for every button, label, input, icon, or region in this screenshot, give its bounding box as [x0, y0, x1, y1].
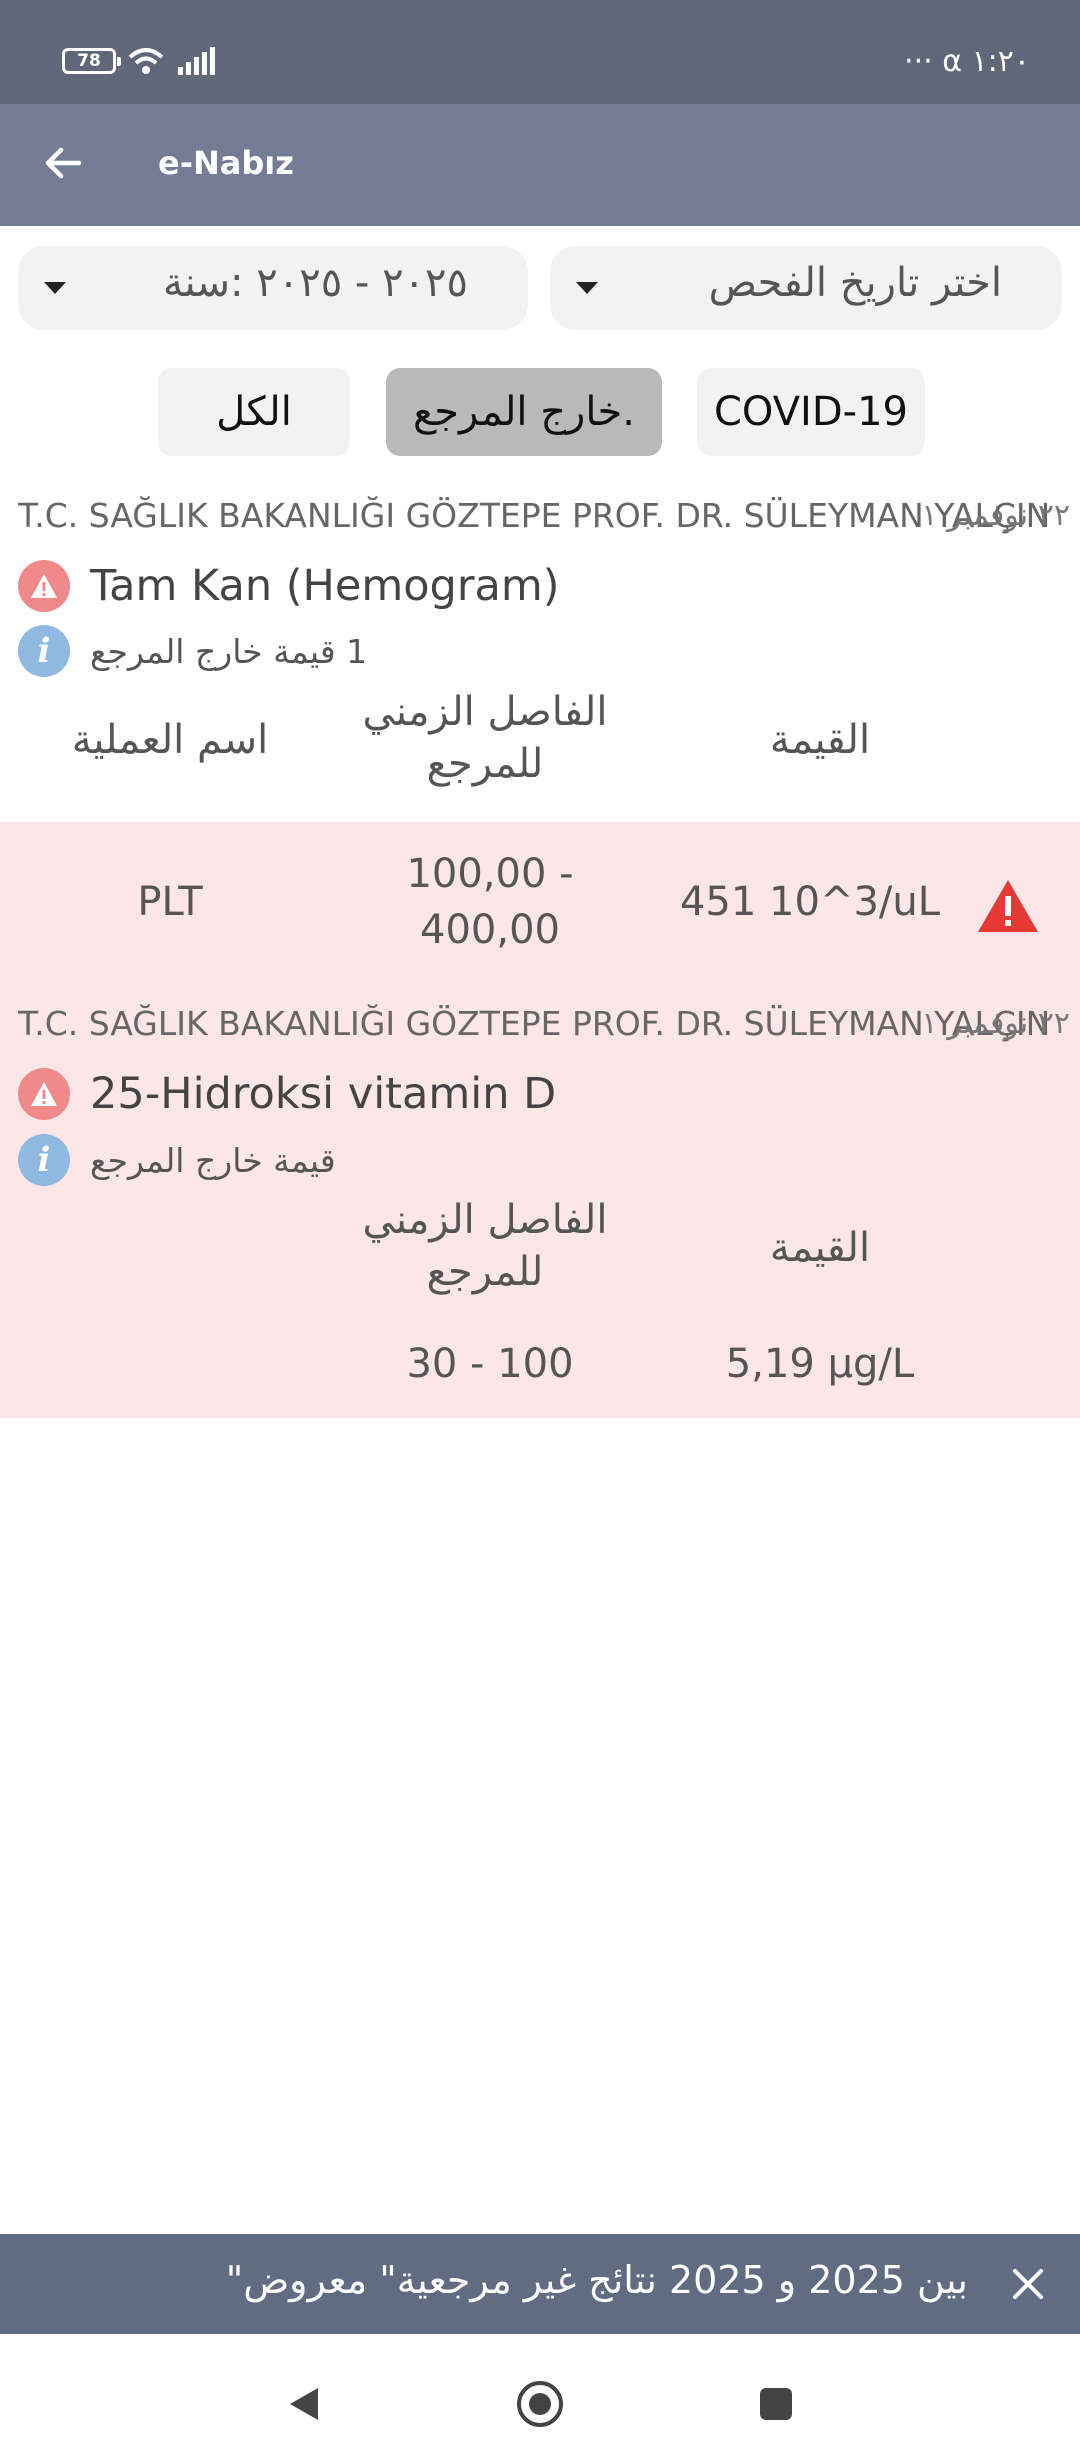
back-triangle-icon	[290, 2388, 318, 2420]
arrow-left-icon	[45, 147, 82, 179]
info-icon: i	[18, 1134, 70, 1186]
year-dropdown-label: ٢٠٢٥ - ٢٠٢٥ :سنة	[163, 260, 468, 306]
filter-chip-all[interactable]: الكل	[158, 368, 350, 456]
result-date: ٢٢ نوفمبر ١	[921, 498, 1070, 533]
filter-chip-out-of-reference[interactable]: خارج المرجع.	[386, 368, 662, 456]
nav-back-button[interactable]	[274, 2374, 334, 2434]
out-of-range-count: 1 قيمة خارج المرجع	[90, 631, 368, 671]
year-dropdown[interactable]: ٢٠٢٥ - ٢٠٢٥ :سنة	[18, 246, 528, 330]
snackbar-close-button[interactable]	[1002, 2258, 1054, 2310]
alert-triangle-icon	[978, 880, 1038, 932]
test-title: Tam Kan (Hemogram)	[90, 561, 560, 611]
page-title: e-Nabız	[158, 144, 294, 182]
column-header-ref-range: الفاصل الزمني للمرجع	[362, 1197, 608, 1295]
exam-date-dropdown[interactable]: اختر تاريخ الفحص	[550, 246, 1062, 330]
cell-operation: PLT	[137, 879, 203, 925]
system-nav-bar	[0, 2334, 1080, 2460]
cell-ref-range: 30 - 100	[406, 1341, 574, 1387]
snackbar-message: بين 2025 و 2025 نتائج غير مرجعية" معروض"	[225, 2258, 968, 2302]
nav-home-button[interactable]	[510, 2374, 570, 2434]
warning-icon	[18, 560, 70, 612]
result-date: ٢٢ نوفمبر ١	[921, 1006, 1070, 1041]
signal-icon	[178, 47, 215, 75]
info-row: i 1 قيمة خارج المرجع	[18, 625, 367, 677]
test-header[interactable]: 25-Hidroksi vitamin D	[18, 1068, 556, 1120]
battery-icon: 78	[62, 48, 121, 74]
test-title: 25-Hidroksi vitamin D	[90, 1069, 557, 1119]
column-header-value: القيمة	[769, 1225, 871, 1271]
cell-value: 5,19 µg/L	[725, 1341, 915, 1387]
status-time: ··· ⍺ ١:٢٠	[904, 44, 1030, 79]
exam-date-dropdown-label: اختر تاريخ الفحص	[708, 260, 1002, 306]
column-header-operation: اسم العملية	[71, 717, 269, 763]
cell-ref-range: 100,00 - 400,00	[406, 851, 574, 953]
status-bar: 78 ··· ⍺ ١:٢٠	[0, 0, 1080, 104]
status-extras: ··· ⍺	[904, 44, 962, 79]
wifi-icon	[128, 48, 164, 74]
clock: ١:٢٠	[971, 44, 1030, 79]
recents-square-icon	[760, 2388, 792, 2420]
column-header-value: القيمة	[769, 717, 871, 763]
cell-value: 451 10^3/uL	[679, 879, 941, 925]
nav-recents-button[interactable]	[746, 2374, 806, 2434]
out-of-range-count: قيمة خارج المرجع	[90, 1140, 336, 1180]
caret-down-icon	[576, 282, 598, 294]
filter-chip-covid[interactable]: COVID-19	[697, 368, 925, 456]
close-icon	[1013, 2269, 1043, 2299]
column-header-ref-range: الفاصل الزمني للمرجع	[362, 689, 608, 787]
warning-icon	[18, 1068, 70, 1120]
snackbar: بين 2025 و 2025 نتائج غير مرجعية" معروض"	[0, 2234, 1080, 2334]
app-bar: e-Nabız	[0, 104, 1080, 226]
caret-down-icon	[44, 282, 66, 294]
test-header[interactable]: Tam Kan (Hemogram)	[18, 560, 560, 612]
info-icon: i	[18, 625, 70, 677]
home-circle-icon	[517, 2381, 563, 2427]
status-icons: 78	[62, 46, 216, 76]
info-row: i قيمة خارج المرجع	[18, 1134, 336, 1186]
back-button[interactable]	[28, 128, 98, 198]
